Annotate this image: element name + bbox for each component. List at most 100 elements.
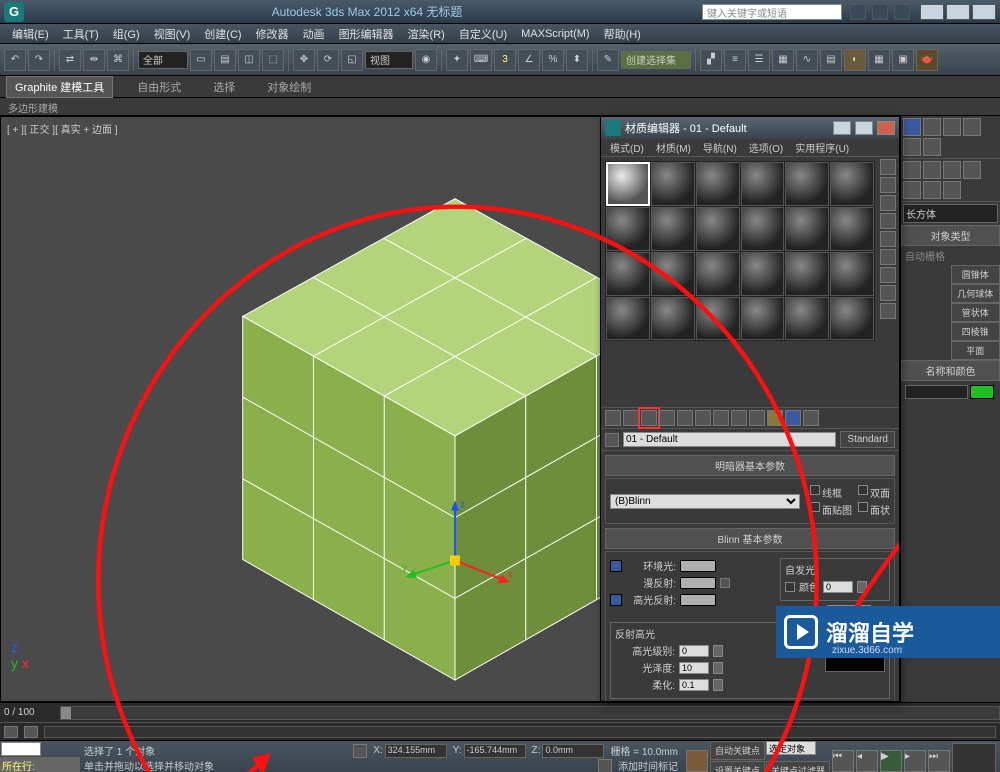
rollout-blinn[interactable]: Blinn 基本参数 bbox=[605, 528, 895, 549]
maximize-button[interactable] bbox=[946, 4, 970, 20]
unlink-button[interactable]: ⇹ bbox=[83, 49, 105, 71]
goto-start-icon[interactable]: ⏮ bbox=[832, 750, 854, 772]
render-setup-button[interactable]: ▦ bbox=[868, 49, 890, 71]
material-name-input[interactable]: 01 - Default bbox=[623, 432, 836, 447]
slot-20[interactable] bbox=[651, 297, 695, 341]
slot-19[interactable] bbox=[606, 297, 650, 341]
trackbar-key-icon[interactable] bbox=[4, 726, 18, 738]
keyfilters-button[interactable]: 关键点过滤器 bbox=[766, 761, 830, 772]
motion-tab-icon[interactable] bbox=[963, 118, 981, 136]
mat-close-button[interactable] bbox=[877, 121, 895, 135]
ref-coord-system[interactable]: 视图 bbox=[365, 51, 413, 69]
autogrid-checkbox[interactable]: 自动栅格 bbox=[901, 246, 1000, 265]
setkey-button[interactable]: 设置关键点 bbox=[710, 761, 765, 772]
menu-customize[interactable]: 自定义(U) bbox=[453, 24, 513, 44]
slot-7[interactable] bbox=[606, 207, 650, 251]
menu-animation[interactable]: 动画 bbox=[297, 24, 331, 44]
next-frame-icon[interactable]: ▸ bbox=[904, 750, 926, 772]
slot-4[interactable] bbox=[741, 162, 785, 206]
slot-16[interactable] bbox=[741, 252, 785, 296]
slot-6[interactable] bbox=[830, 162, 874, 206]
select-button[interactable]: ▭ bbox=[190, 49, 212, 71]
btn-plane[interactable]: 平面 bbox=[951, 341, 1000, 360]
sample-uv-icon[interactable] bbox=[880, 213, 896, 229]
select-name-button[interactable]: ▤ bbox=[214, 49, 236, 71]
coord-x-input[interactable]: 324.155mm bbox=[385, 744, 447, 758]
btn-cone[interactable]: 圆锥体 bbox=[951, 265, 1000, 284]
video-check-icon[interactable] bbox=[880, 231, 896, 247]
prev-frame-icon[interactable]: ◂ bbox=[856, 750, 878, 772]
menu-rendering[interactable]: 渲染(R) bbox=[402, 24, 451, 44]
maxscript-mini-input[interactable] bbox=[1, 742, 41, 756]
menu-help[interactable]: 帮助(H) bbox=[598, 24, 647, 44]
curve-editor-button[interactable]: ∿ bbox=[796, 49, 818, 71]
selfillum-spin-btns[interactable] bbox=[857, 581, 867, 593]
slot-10[interactable] bbox=[741, 207, 785, 251]
display-tab-icon[interactable] bbox=[903, 138, 921, 156]
mat-min-button[interactable] bbox=[833, 121, 851, 135]
schematic-button[interactable]: ▤ bbox=[820, 49, 842, 71]
mat-max-button[interactable] bbox=[855, 121, 873, 135]
slot-12[interactable] bbox=[830, 207, 874, 251]
rollout-name-color[interactable]: 名称和颜色 bbox=[901, 360, 1000, 381]
rollout-shader-basic[interactable]: 明暗器基本参数 bbox=[605, 455, 895, 476]
make-preview-icon[interactable] bbox=[880, 249, 896, 265]
help-icon[interactable] bbox=[894, 4, 910, 20]
btn-tube[interactable]: 管状体 bbox=[951, 303, 1000, 322]
create-tab-icon[interactable] bbox=[903, 118, 921, 136]
bind-button[interactable]: ⌘ bbox=[107, 49, 129, 71]
goto-end-icon[interactable]: ⏭ bbox=[928, 750, 950, 772]
slot-22[interactable] bbox=[741, 297, 785, 341]
manipulate-button[interactable]: ✦ bbox=[446, 49, 468, 71]
select-region-button[interactable]: ◫ bbox=[238, 49, 260, 71]
soften-spin-btns[interactable] bbox=[713, 679, 723, 691]
selection-filter[interactable]: 全部 bbox=[138, 51, 188, 69]
backlight-icon[interactable] bbox=[880, 177, 896, 193]
keymode-select[interactable]: 选定对象 bbox=[766, 741, 816, 755]
slot-3[interactable] bbox=[696, 162, 740, 206]
align-button[interactable]: ≡ bbox=[724, 49, 746, 71]
slot-18[interactable] bbox=[830, 252, 874, 296]
mat-menu-nav[interactable]: 导航(N) bbox=[698, 140, 742, 155]
put-to-scene-icon[interactable] bbox=[623, 410, 639, 426]
background-icon[interactable] bbox=[880, 195, 896, 211]
systems-icon[interactable] bbox=[943, 181, 961, 199]
redo-button[interactable]: ↷ bbox=[28, 49, 50, 71]
mat-map-nav-icon[interactable] bbox=[880, 303, 896, 319]
tab-selection[interactable]: 选择 bbox=[205, 77, 243, 97]
ribbon-toggle-button[interactable]: ▦ bbox=[772, 49, 794, 71]
window-crossing-button[interactable]: ⬚ bbox=[262, 49, 284, 71]
soften-spinner[interactable]: 0.1 bbox=[679, 679, 709, 691]
object-name-input[interactable] bbox=[905, 385, 968, 399]
cb-facemap[interactable] bbox=[810, 502, 820, 512]
tab-objectpaint[interactable]: 对象绘制 bbox=[259, 77, 319, 97]
mat-menu-util[interactable]: 实用程序(U) bbox=[790, 140, 854, 155]
add-time-tag[interactable]: 添加时间标记 bbox=[618, 758, 678, 772]
layers-button[interactable]: ☰ bbox=[748, 49, 770, 71]
select-by-mat-icon[interactable] bbox=[880, 285, 896, 301]
cb-faceted[interactable] bbox=[858, 502, 868, 512]
menu-create[interactable]: 创建(C) bbox=[198, 24, 247, 44]
diffuse-swatch[interactable] bbox=[680, 577, 716, 589]
slot-23[interactable] bbox=[785, 297, 829, 341]
mat-menu-options[interactable]: 选项(O) bbox=[744, 140, 788, 155]
specular-swatch[interactable] bbox=[680, 594, 716, 606]
trackbar[interactable] bbox=[44, 726, 996, 738]
tab-freeform[interactable]: 自由形式 bbox=[129, 77, 189, 97]
helpers-icon[interactable] bbox=[903, 181, 921, 199]
info-icon[interactable] bbox=[850, 4, 866, 20]
make-unique-icon[interactable] bbox=[695, 410, 711, 426]
gloss-spin-btns[interactable] bbox=[713, 662, 723, 674]
play-button[interactable]: ▶ bbox=[880, 750, 902, 772]
trackbar-filter-icon[interactable] bbox=[24, 726, 38, 738]
rotate-button[interactable]: ⟳ bbox=[317, 49, 339, 71]
gloss-spinner[interactable]: 10 bbox=[679, 662, 709, 674]
show-map-icon[interactable] bbox=[749, 410, 765, 426]
speclevel-spinner[interactable]: 0 bbox=[679, 645, 709, 657]
viewport-nav-cube[interactable] bbox=[952, 743, 996, 772]
btn-geosphere[interactable]: 几何球体 bbox=[951, 284, 1000, 303]
menu-edit[interactable]: 编辑(E) bbox=[6, 24, 55, 44]
angle-snap-button[interactable]: ∠ bbox=[518, 49, 540, 71]
cb-wire[interactable] bbox=[810, 485, 820, 495]
go-sibling-icon[interactable] bbox=[803, 410, 819, 426]
